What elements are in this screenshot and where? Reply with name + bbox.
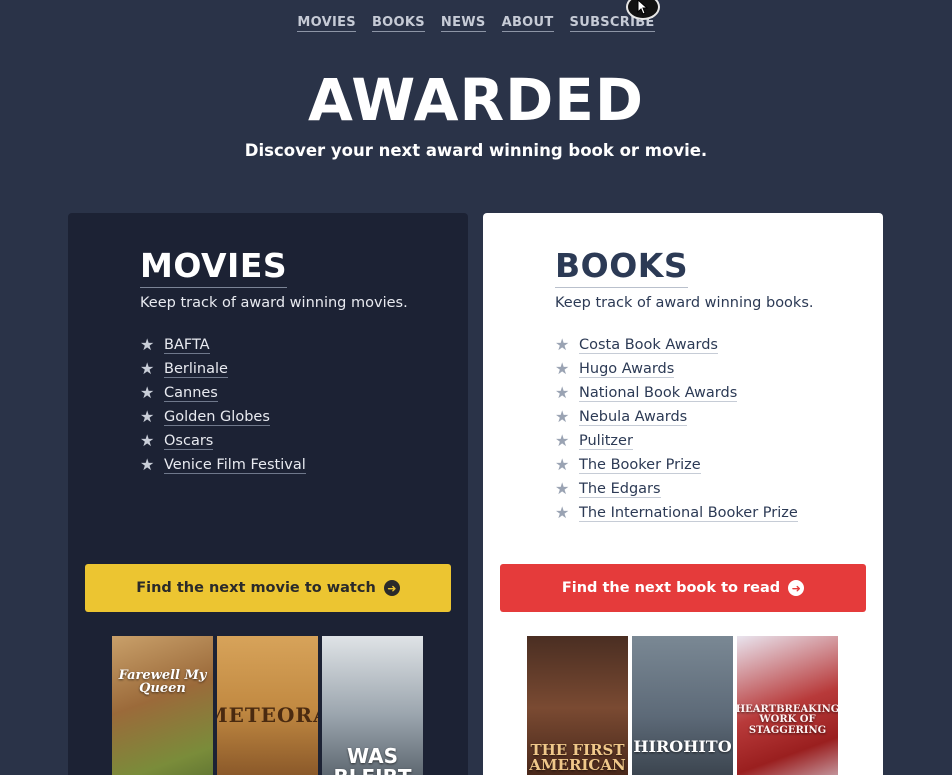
movies-card: MOVIES Keep track of award winning movie… [68,213,468,775]
list-item: ★ Oscars [140,429,306,453]
star-icon: ★ [140,383,155,402]
star-icon: ★ [555,479,570,498]
find-movie-button[interactable]: Find the next movie to watch ➜ [85,564,451,612]
list-item: ★ BAFTA [140,333,306,357]
star-icon: ★ [555,455,570,474]
poster-title: Farewell My Queen [118,667,207,697]
award-link-pulitzer[interactable]: Pulitzer [579,433,633,450]
award-link-national-book[interactable]: National Book Awards [579,385,738,402]
page-subtitle: Discover your next award winning book or… [244,141,708,160]
movie-poster[interactable]: METEORA [217,636,318,775]
books-card-description: Keep track of award winning books. [555,295,814,311]
award-link-bafta[interactable]: BAFTA [164,337,210,354]
star-icon: ★ [555,383,570,402]
list-item: ★ The Edgars [555,477,798,501]
award-link-nebula[interactable]: Nebula Awards [579,409,688,426]
star-icon: ★ [555,359,570,378]
award-link-berlinale[interactable]: Berlinale [164,361,228,378]
movies-card-title[interactable]: MOVIES [140,246,288,288]
book-cover[interactable]: HEARTBREAKING WORK OF STAGGERING [737,636,838,775]
book-cover[interactable]: HIROHITO [632,636,733,775]
arrow-right-circle-icon: ➜ [788,580,805,596]
award-link-costa[interactable]: Costa Book Awards [579,337,718,354]
award-link-cannes[interactable]: Cannes [164,385,218,402]
cover-title: HIROHITO [633,737,732,757]
list-item: ★ Nebula Awards [555,405,798,429]
award-link-venice[interactable]: Venice Film Festival [164,457,306,474]
list-item: ★ The International Booker Prize [555,501,798,525]
award-link-oscars[interactable]: Oscars [164,433,214,450]
books-award-list: ★ Costa Book Awards ★ Hugo Awards ★ Nationa… [555,333,798,525]
nav-movies[interactable]: MOVIES [297,15,356,32]
award-link-hugo[interactable]: Hugo Awards [579,361,675,378]
nav-about[interactable]: ABOUT [501,15,554,32]
top-navigation: MOVIES BOOKS NEWS ABOUT SUBSCRIBE [0,15,952,32]
find-book-button-label: Find the next book to read [561,580,781,596]
star-icon: ★ [140,335,155,354]
movie-poster[interactable]: Farewell My Queen [112,636,213,775]
books-card: BOOKS Keep track of award winning books.… [483,213,883,775]
award-link-booker[interactable]: The Booker Prize [579,457,701,474]
nav-books[interactable]: BOOKS [371,15,425,32]
books-card-title[interactable]: BOOKS [555,246,689,288]
poster-title: WAS BLEIBT [334,744,412,775]
award-link-international-booker[interactable]: The International Booker Prize [579,505,798,522]
movie-posters: Farewell My Queen METEORA WAS BLEIBT [112,636,423,775]
star-icon: ★ [140,455,155,474]
award-link-edgars[interactable]: The Edgars [579,481,661,498]
star-icon: ★ [555,503,570,522]
page-title: AWARDED [307,66,645,134]
list-item: ★ Costa Book Awards [555,333,798,357]
movie-poster[interactable]: WAS BLEIBT [322,636,423,775]
find-movie-button-label: Find the next movie to watch [136,580,376,596]
star-icon: ★ [555,431,570,450]
star-icon: ★ [140,359,155,378]
star-icon: ★ [555,407,570,426]
cover-title: THE FIRST AMERICAN [529,740,626,775]
poster-title: METEORA [217,703,318,727]
movies-award-list: ★ BAFTA ★ Berlinale ★ Cannes ★ Golden Globes… [140,333,306,477]
list-item: ★ Golden Globes [140,405,306,429]
list-item: ★ Cannes [140,381,306,405]
cover-title: HEARTBREAKING WORK OF STAGGERING [737,703,838,736]
star-icon: ★ [140,407,155,426]
book-covers: THE FIRST AMERICAN HIROHITO HEARTBREAKIN… [527,636,838,775]
list-item: ★ Berlinale [140,357,306,381]
find-book-button[interactable]: Find the next book to read ➜ [500,564,866,612]
book-cover[interactable]: THE FIRST AMERICAN [527,636,628,775]
movies-card-description: Keep track of award winning movies. [140,295,408,311]
star-icon: ★ [140,431,155,450]
nav-news[interactable]: NEWS [440,15,486,32]
list-item: ★ Pulitzer [555,429,798,453]
list-item: ★ Hugo Awards [555,357,798,381]
award-link-golden-globes[interactable]: Golden Globes [164,409,270,426]
list-item: ★ The Booker Prize [555,453,798,477]
arrow-right-circle-icon: ➜ [383,580,400,596]
star-icon: ★ [555,335,570,354]
list-item: ★ National Book Awards [555,381,798,405]
list-item: ★ Venice Film Festival [140,453,306,477]
